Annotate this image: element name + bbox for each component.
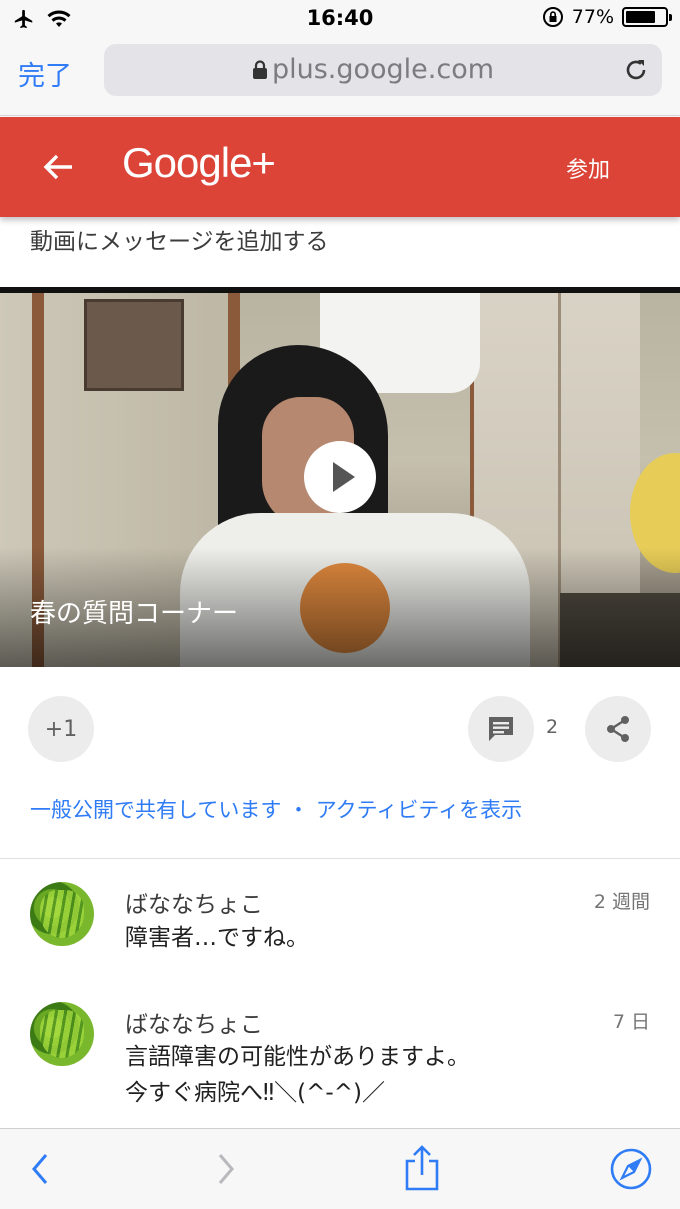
video-scene-picture: [84, 299, 184, 391]
comment-time: 7 日: [612, 1011, 650, 1033]
status-right: 77%: [542, 6, 672, 28]
video-player[interactable]: 春の質問コーナー: [0, 287, 680, 667]
comment-time: 2 週間: [593, 891, 650, 913]
play-icon[interactable]: [304, 441, 376, 513]
comments-button[interactable]: [468, 696, 534, 762]
browser-url-bar: 完了 plus.google.com: [0, 38, 680, 116]
comment-icon: [489, 717, 513, 741]
share-icon[interactable]: [402, 1143, 442, 1193]
comment-text: 今すぐ病院へ‼＼(^-^)／: [125, 1080, 385, 1106]
gplus-logo[interactable]: Google+: [122, 139, 276, 187]
status-bar: 16:40 77%: [0, 0, 680, 38]
reload-icon[interactable]: [622, 56, 650, 84]
forward-icon[interactable]: [214, 1149, 238, 1189]
gplus-header: Google+ 参加: [0, 117, 680, 217]
comment-author[interactable]: ばななちょこ: [125, 885, 263, 919]
compass-icon[interactable]: [609, 1147, 653, 1191]
join-button[interactable]: 参加: [566, 152, 610, 184]
visibility-link[interactable]: 一般公開で共有しています ・ アクティビティを表示: [30, 794, 522, 824]
battery-icon: [622, 7, 672, 27]
avatar[interactable]: [30, 882, 94, 946]
comment-count: 2: [546, 716, 559, 738]
plus-one-button[interactable]: +1: [28, 696, 94, 762]
address-field[interactable]: plus.google.com: [104, 44, 662, 96]
browser-toolbar: [0, 1128, 680, 1209]
share-button[interactable]: [585, 696, 651, 762]
comment-text: 障害者…ですね。: [125, 925, 309, 951]
battery-fill: [626, 11, 656, 23]
orientation-lock-icon: [542, 7, 563, 27]
share-icon: [607, 716, 629, 742]
done-button[interactable]: 完了: [18, 54, 72, 93]
comment-author[interactable]: ばななちょこ: [125, 1005, 263, 1039]
battery-percent: 77%: [571, 6, 614, 28]
divider: [0, 858, 680, 859]
back-icon[interactable]: [28, 1149, 52, 1189]
back-arrow-icon[interactable]: [38, 147, 78, 187]
video-title: 春の質問コーナー: [30, 599, 239, 629]
avatar[interactable]: [30, 1002, 94, 1066]
comment-text: 言語障害の可能性がありますよ。: [125, 1044, 470, 1070]
url-text: plus.google.com: [271, 54, 495, 85]
message-prompt[interactable]: 動画にメッセージを追加する: [30, 222, 329, 256]
